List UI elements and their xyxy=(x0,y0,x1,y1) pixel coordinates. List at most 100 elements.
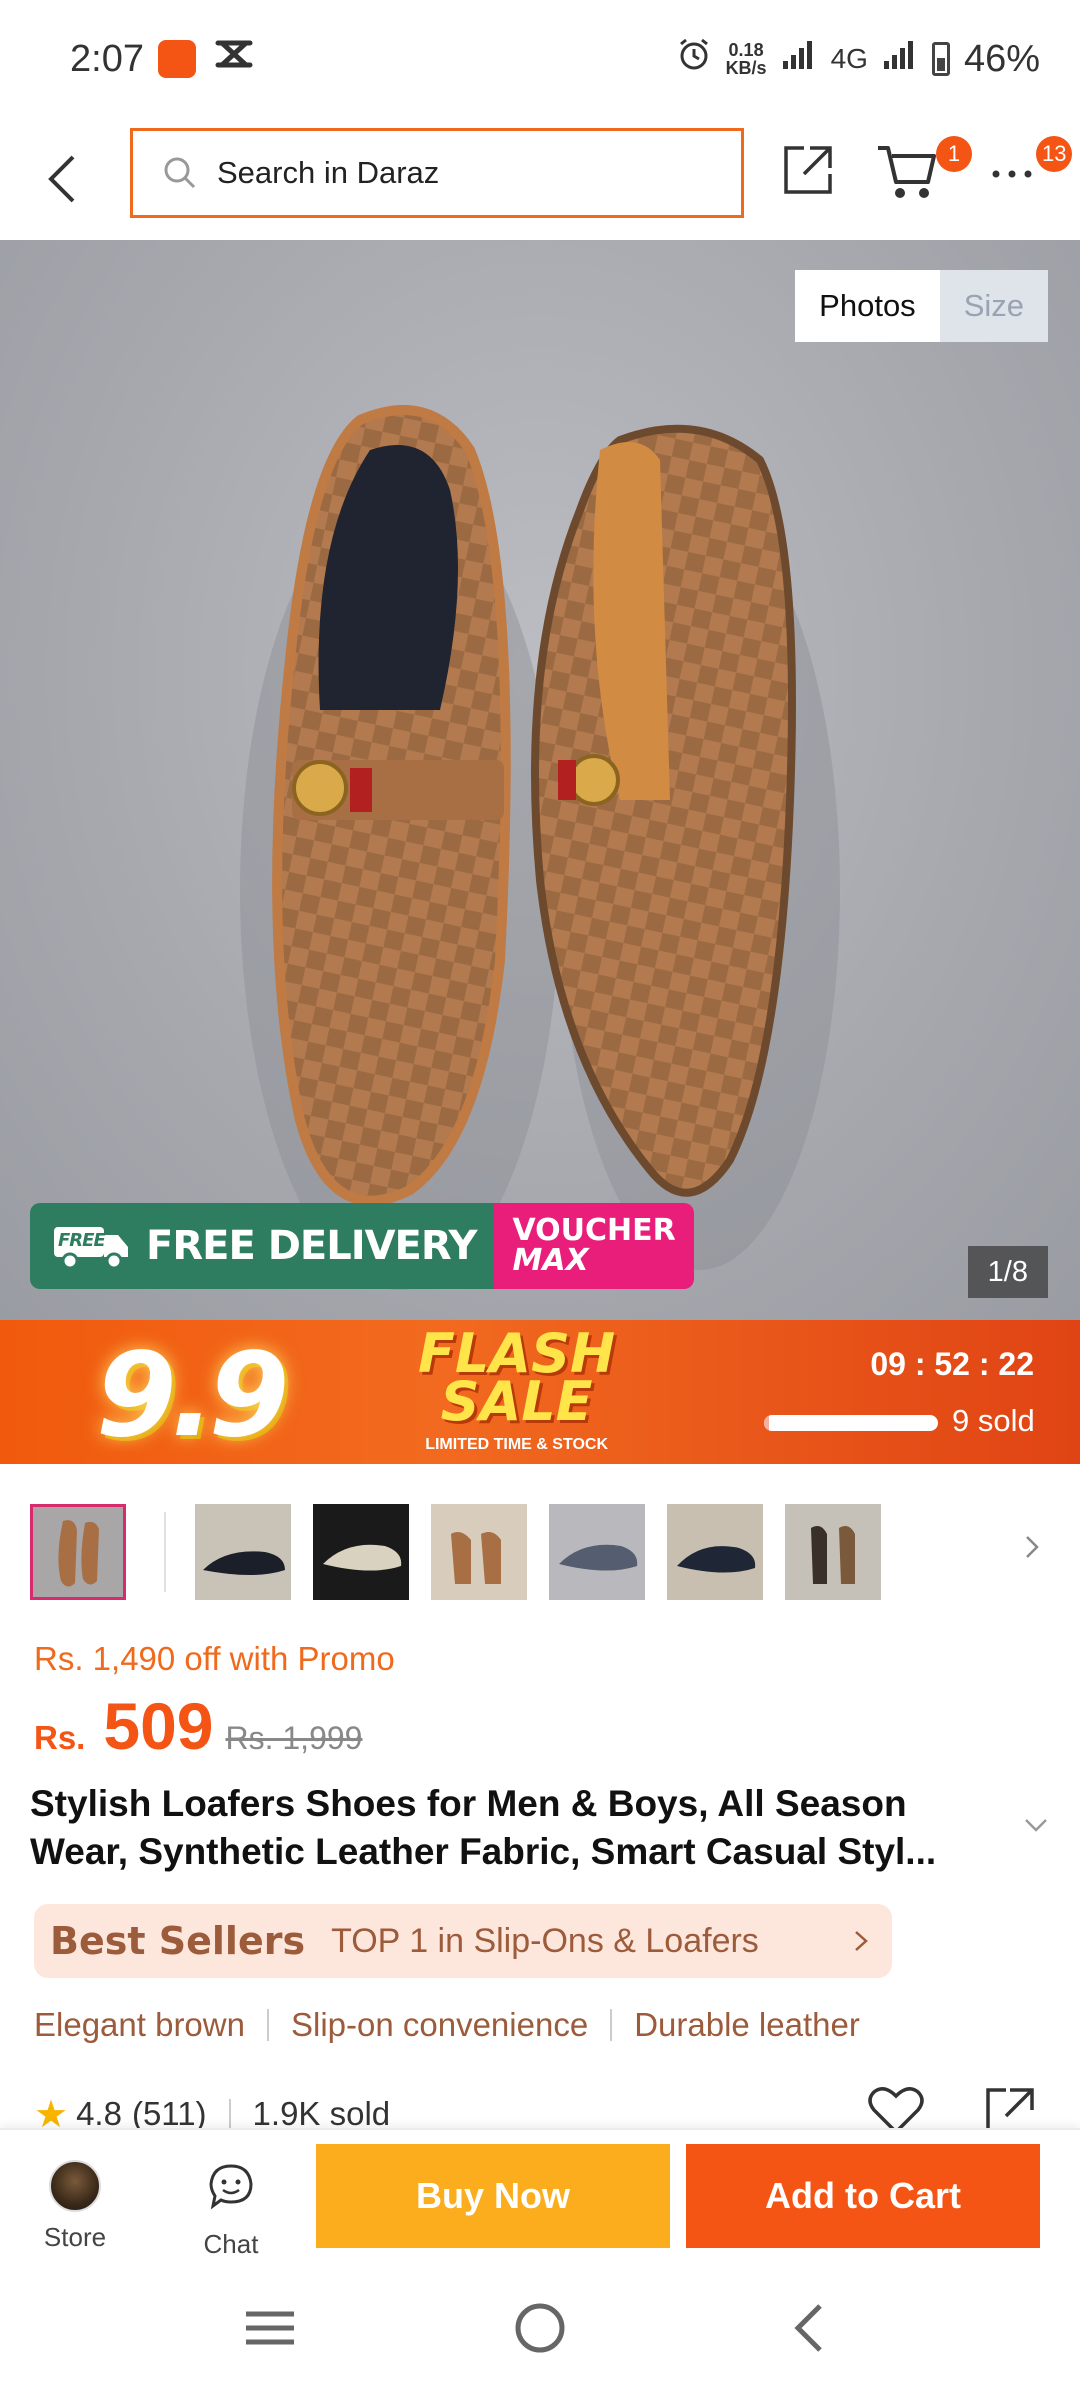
net-speed-value: 0.18 xyxy=(728,40,764,60)
best-seller-label: Best Sellers xyxy=(50,1919,306,1963)
battery-level: 46% xyxy=(963,37,1040,80)
bottom-action-bar: Store Chat Buy Now Add to Cart xyxy=(0,2128,1080,2268)
free-delivery-section: FREE FREE DELIVERY xyxy=(30,1203,495,1289)
home-icon[interactable] xyxy=(510,2298,570,2358)
thumbnail-navy-loafer xyxy=(677,1546,756,1573)
search-input[interactable]: Search in Daraz xyxy=(130,128,744,218)
thumbnail-2[interactable] xyxy=(195,1504,291,1600)
top-nav: Search in Daraz 1 13 xyxy=(0,118,1080,240)
product-title[interactable]: Stylish Loafers Shoes for Men & Boys, Al… xyxy=(30,1780,1010,1876)
highlight-item: Slip-on convenience xyxy=(290,2006,589,2043)
store-button[interactable]: Store xyxy=(30,2160,120,2253)
daraz-app-icon xyxy=(157,40,196,78)
free-badge: FREE xyxy=(58,1230,106,1251)
thumbnails-next-button[interactable] xyxy=(1022,1532,1052,1572)
thumbnail-5[interactable] xyxy=(549,1504,645,1600)
chevron-left-icon xyxy=(48,155,75,203)
share-icon[interactable] xyxy=(980,2082,1040,2130)
tab-size[interactable]: Size xyxy=(939,270,1048,342)
search-placeholder: Search in Daraz xyxy=(217,155,440,190)
price-row: Rs. 509 Rs. 1,999 xyxy=(34,1688,362,1764)
thumbnail-3[interactable] xyxy=(313,1504,409,1600)
image-counter: 1/8 xyxy=(967,1246,1048,1298)
highlight-item: Durable leather xyxy=(634,2006,860,2043)
chat-label: Chat xyxy=(203,2229,259,2259)
flash-progress-fill xyxy=(764,1415,770,1431)
signal-icon xyxy=(781,38,817,81)
flash-countdown: 09 : 52 : 22 xyxy=(870,1346,1034,1382)
thumbnail-dark-loafers xyxy=(811,1526,855,1584)
share-button[interactable] xyxy=(780,142,836,198)
thumbnail-grey-loafer xyxy=(559,1544,638,1571)
search-icon xyxy=(164,157,196,189)
voucher-max-section: VOUCHER MAX xyxy=(494,1203,694,1289)
chevron-right-icon xyxy=(1026,1536,1039,1558)
thumbnail-7[interactable] xyxy=(785,1504,881,1600)
more-badge: 13 xyxy=(1036,136,1073,172)
flash-sale-title: FLASH SALE LIMITED TIME & STOCK xyxy=(418,1327,615,1454)
capcut-icon xyxy=(214,37,254,81)
share-icon xyxy=(784,146,832,194)
system-nav-bar xyxy=(0,2268,1080,2388)
chevron-right-icon xyxy=(855,1931,868,1951)
thumbnail-tan-loafer xyxy=(451,1532,501,1584)
status-bar: 2:07 0.18 KB/s 4G 46% xyxy=(0,0,1080,118)
thumbnail-6[interactable] xyxy=(667,1504,763,1600)
cart-button[interactable]: 1 xyxy=(876,136,972,202)
thumbnail-black-loafer xyxy=(203,1551,285,1575)
product-photo-loafers xyxy=(240,405,840,1290)
flash-sale-banner[interactable]: 9.9 FLASH SALE LIMITED TIME & STOCK 09 :… xyxy=(0,1320,1080,1464)
cart-icon xyxy=(878,146,936,198)
free-delivery-label: FREE DELIVERY xyxy=(146,1223,477,1269)
voucher-label: VOUCHER xyxy=(512,1213,676,1248)
gallery-tabs: Photos Size xyxy=(795,270,1048,342)
flash-subtitle: LIMITED TIME & STOCK xyxy=(425,1436,608,1453)
delivery-truck-icon: FREE xyxy=(48,1221,132,1271)
wishlist-heart-icon[interactable] xyxy=(866,2082,926,2130)
more-button[interactable]: 13 xyxy=(990,136,1073,184)
cart-badge: 1 xyxy=(936,136,972,172)
recent-apps-icon[interactable] xyxy=(240,2298,300,2358)
best-seller-banner[interactable]: Best Sellers TOP 1 in Slip-Ons & Loafers xyxy=(34,1904,892,1978)
chat-button[interactable]: Chat xyxy=(186,2160,276,2260)
flash-progress-bar xyxy=(764,1415,938,1431)
price-current: 509 xyxy=(103,1689,214,1763)
network-type: 4G xyxy=(830,43,868,74)
rating-actions xyxy=(866,2082,1040,2130)
voucher-max-label: MAX xyxy=(512,1243,589,1278)
free-delivery-banner: FREE FREE DELIVERY VOUCHER MAX xyxy=(30,1203,694,1289)
flash-sold-count: 9 sold xyxy=(952,1403,1035,1438)
highlight-divider xyxy=(266,2009,269,2041)
flash-title-line2: SALE xyxy=(440,1370,593,1433)
best-seller-rank: TOP 1 in Slip-Ons & Loafers xyxy=(331,1921,759,1960)
store-avatar xyxy=(49,2160,101,2212)
buy-now-button[interactable]: Buy Now xyxy=(316,2144,670,2248)
thumbnail-loafers-brown xyxy=(58,1520,99,1587)
network-speed: 0.18 KB/s xyxy=(726,41,767,77)
thumbnail-strip xyxy=(30,1502,1050,1602)
back-nav-icon[interactable] xyxy=(780,2298,840,2358)
product-highlights: Elegant brown Slip-on convenience Durabl… xyxy=(34,2006,860,2044)
back-button[interactable] xyxy=(30,147,94,211)
net-speed-unit: KB/s xyxy=(725,58,767,78)
price-currency: Rs. xyxy=(34,1719,86,1756)
thumbnail-divider xyxy=(164,1512,166,1592)
expand-title-button[interactable] xyxy=(1022,1815,1050,1835)
chevron-down-icon xyxy=(1025,1819,1047,1832)
promo-text[interactable]: Rs. 1,490 off with Promo xyxy=(34,1640,395,1678)
store-label: Store xyxy=(43,2222,107,2252)
highlight-item: Elegant brown xyxy=(34,2006,245,2043)
rating-divider xyxy=(228,2099,231,2129)
alarm-icon xyxy=(676,36,712,82)
thumbnail-1[interactable] xyxy=(30,1504,126,1600)
status-time: 2:07 xyxy=(70,37,144,80)
thumbnail-4[interactable] xyxy=(431,1504,527,1600)
more-icon xyxy=(992,170,1032,178)
product-image-gallery[interactable]: Photos Size FREE FREE DELIVERY VOUCHER M… xyxy=(0,240,1080,1320)
thumbnail-white-loafer xyxy=(323,1544,402,1571)
chat-icon xyxy=(209,2164,253,2210)
signal-icon-2 xyxy=(882,38,918,81)
price-original: Rs. 1,999 xyxy=(225,1720,363,1756)
add-to-cart-button[interactable]: Add to Cart xyxy=(686,2144,1040,2248)
tab-photos[interactable]: Photos xyxy=(795,270,940,342)
